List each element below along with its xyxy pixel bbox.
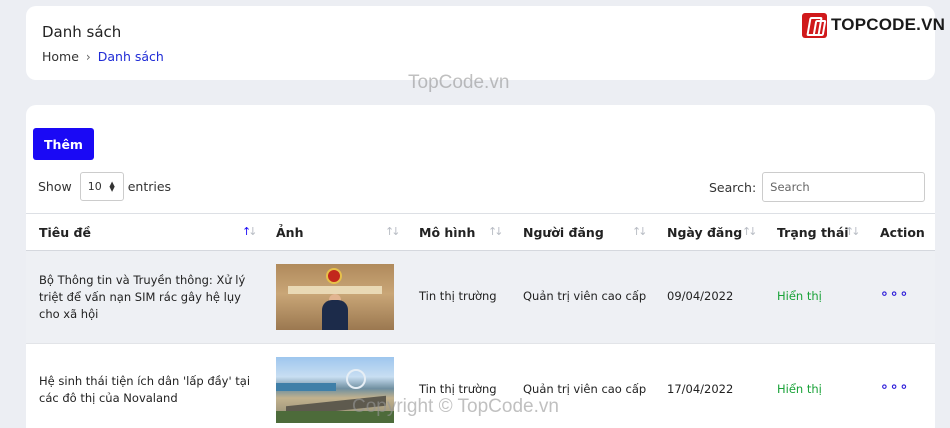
row-title: Hệ sinh thái tiện ích dân 'lấp đầy' tại …: [39, 374, 251, 405]
logo-text: TOPCODE.VN: [831, 15, 946, 34]
search-control: Search:: [709, 172, 926, 202]
entries-length-control: Show 10 ▲ ▼ entries: [38, 172, 171, 201]
add-button[interactable]: Thêm: [33, 128, 94, 160]
show-label: Show: [38, 179, 72, 194]
sort-icon[interactable]: ↑↓: [385, 225, 401, 238]
table-header: Tiêu đề ↑↓ Ảnh ↑↓ Mô hình ↑↓ Người đăng …: [26, 214, 935, 251]
table-row: Bộ Thông tin và Truyền thông: Xử lý triệ…: [26, 251, 935, 343]
column-header-date[interactable]: Ngày đăng: [667, 214, 742, 251]
breadcrumb-home-link[interactable]: Home: [42, 49, 79, 64]
watermark-top: TopCode.vn: [408, 72, 510, 93]
entries-select[interactable]: 10 ▲ ▼: [79, 172, 124, 201]
page-title: Danh sách: [42, 23, 122, 41]
sort-icon[interactable]: ↑↓: [488, 225, 504, 238]
more-options-icon[interactable]: ∘∘∘: [880, 379, 909, 395]
topcode-logo-icon: [802, 12, 827, 38]
topcode-logo: TOPCODE.VN: [802, 12, 945, 38]
entries-label: entries: [127, 179, 172, 194]
watermark-bottom: Copyright © TopCode.vn: [352, 396, 559, 417]
row-author: Quản trị viên cao cấp: [523, 289, 647, 303]
column-header-action: Action: [880, 225, 925, 240]
column-header-author[interactable]: Người đăng: [523, 214, 604, 251]
row-date: 09/04/2022: [667, 289, 734, 303]
select-caret-icon: ▲ ▼: [109, 180, 115, 193]
row-date: 17/04/2022: [667, 382, 734, 396]
column-header-title[interactable]: Tiêu đề: [39, 214, 91, 251]
column-header-status[interactable]: Trạng thái: [777, 214, 849, 251]
sort-asc-active-icon[interactable]: ↑↓: [242, 225, 258, 238]
news-table: Tiêu đề ↑↓ Ảnh ↑↓ Mô hình ↑↓ Người đăng …: [26, 213, 935, 428]
row-title: Bộ Thông tin và Truyền thông: Xử lý triệ…: [39, 272, 246, 321]
list-card: Thêm Show 10 ▲▼ entries Search: Tiêu đề …: [26, 105, 935, 428]
entries-select-value: 10: [87, 180, 102, 193]
breadcrumb: Home › Danh sách: [42, 49, 164, 64]
sort-icon[interactable]: ↑↓: [632, 225, 648, 238]
row-model: Tin thị trường: [419, 382, 497, 396]
sort-icon[interactable]: ↑↓: [742, 225, 758, 238]
column-header-image[interactable]: Ảnh: [276, 214, 303, 251]
more-options-icon[interactable]: ∘∘∘: [880, 286, 909, 302]
ferris-wheel-icon: [346, 369, 366, 389]
row-status-badge: Hiển thị: [777, 382, 822, 396]
row-thumbnail-image: [276, 264, 394, 330]
breadcrumb-current: Danh sách: [97, 49, 164, 64]
sort-icon[interactable]: ↑↓: [845, 225, 861, 238]
row-author: Quản trị viên cao cấp: [523, 382, 647, 396]
row-status-badge: Hiển thị: [777, 289, 822, 303]
search-input[interactable]: [762, 172, 926, 202]
emblem-icon: [326, 268, 342, 284]
column-header-model[interactable]: Mô hình: [419, 214, 475, 251]
row-model: Tin thị trường: [419, 289, 497, 303]
search-label: Search:: [709, 179, 757, 195]
page-header-card: Danh sách Home › Danh sách: [26, 6, 935, 80]
chevron-right-icon: ›: [85, 49, 91, 64]
